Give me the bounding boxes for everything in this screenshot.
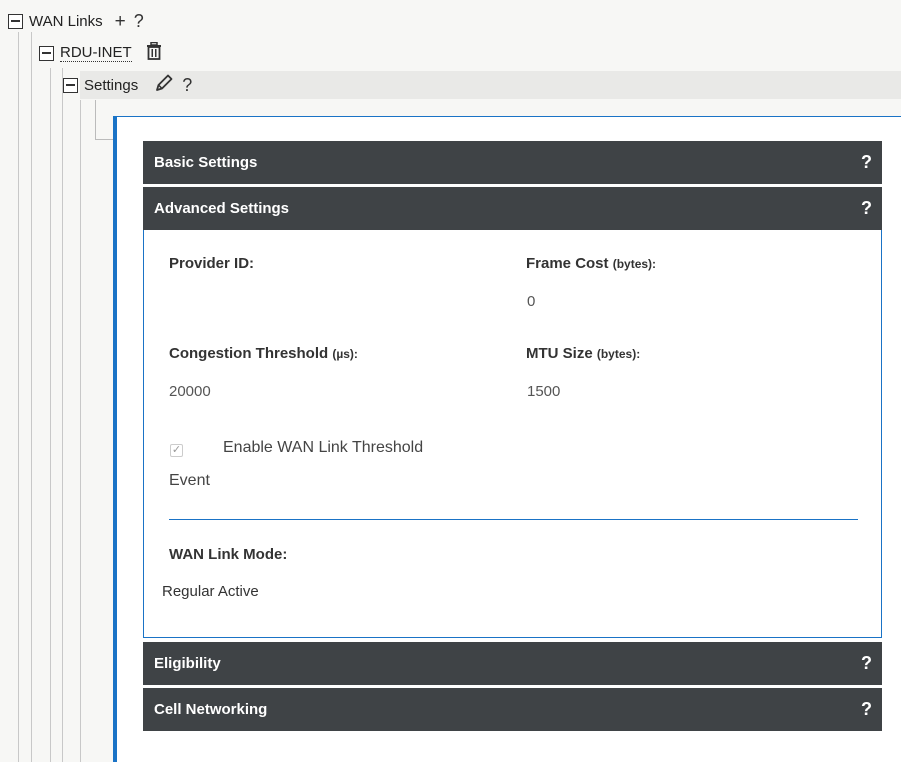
threshold-event-label-line2: Event xyxy=(169,472,210,489)
mtu-size-value[interactable]: 1500 xyxy=(527,383,560,400)
tree-node-rdu-inet: RDU-INET xyxy=(39,41,162,65)
collapse-icon[interactable] xyxy=(8,13,23,29)
congestion-threshold-value[interactable]: 20000 xyxy=(169,383,211,400)
section-cell-networking[interactable]: Cell Networking ? xyxy=(143,688,882,731)
mtu-size-unit: (bytes): xyxy=(596,347,641,361)
section-title: Advanced Settings xyxy=(154,200,290,217)
pencil-icon-svg xyxy=(156,74,173,91)
tree-guide-line xyxy=(50,68,51,762)
question-icon[interactable]: ? xyxy=(861,152,872,173)
question-icon[interactable]: ? xyxy=(182,76,192,94)
tree-label-rdu-inet[interactable]: RDU-INET xyxy=(60,44,132,62)
frame-cost-label: Frame Cost (bytes): xyxy=(526,255,656,272)
question-icon[interactable]: ? xyxy=(861,653,872,674)
tree-node-settings: Settings ? xyxy=(63,73,192,97)
collapse-icon[interactable] xyxy=(63,77,78,93)
congestion-threshold-label-text: Congestion Threshold xyxy=(169,345,329,362)
mtu-size-label: MTU Size (bytes): xyxy=(526,345,640,362)
tree-guide-line xyxy=(18,32,19,762)
congestion-threshold-label: Congestion Threshold (µs): xyxy=(169,345,358,362)
mtu-size-label-text: MTU Size xyxy=(526,345,593,362)
wan-link-mode-value[interactable]: Regular Active xyxy=(162,583,259,600)
collapse-icon[interactable] xyxy=(39,45,54,61)
section-basic-settings[interactable]: Basic Settings ? xyxy=(143,141,882,184)
question-icon[interactable]: ? xyxy=(134,12,144,30)
tree-elbow xyxy=(95,100,113,140)
tree-label-settings[interactable]: Settings xyxy=(84,77,138,94)
pencil-icon[interactable] xyxy=(154,73,174,97)
plus-icon[interactable]: + xyxy=(115,12,126,31)
section-eligibility[interactable]: Eligibility ? xyxy=(143,642,882,685)
section-title: Cell Networking xyxy=(154,701,268,718)
trash-icon-svg xyxy=(146,41,161,60)
section-advanced-settings[interactable]: Advanced Settings ? xyxy=(143,187,882,230)
tree-guide-line xyxy=(80,100,81,762)
tree-node-wan-links: WAN Links + ? xyxy=(8,9,144,33)
congestion-threshold-unit: (µs): xyxy=(332,347,358,361)
question-icon[interactable]: ? xyxy=(861,198,872,219)
frame-cost-label-text: Frame Cost xyxy=(526,255,609,272)
tree-guide-line xyxy=(31,32,32,762)
frame-cost-unit: (bytes): xyxy=(612,257,657,271)
threshold-event-checkbox[interactable]: ✓ xyxy=(170,444,183,457)
trash-icon[interactable] xyxy=(146,41,162,64)
question-icon[interactable]: ? xyxy=(861,699,872,720)
tree-label-wan-links[interactable]: WAN Links xyxy=(29,13,103,30)
threshold-event-label-line1: Enable WAN Link Threshold xyxy=(223,439,424,456)
settings-row-highlight xyxy=(80,71,901,99)
section-title: Eligibility xyxy=(154,655,221,672)
tree-guide-line xyxy=(62,68,63,762)
provider-id-label: Provider ID: xyxy=(169,255,255,272)
wan-link-mode-label: WAN Link Mode: xyxy=(169,546,288,563)
advanced-settings-body xyxy=(143,230,882,638)
frame-cost-value[interactable]: 0 xyxy=(527,293,535,310)
section-title: Basic Settings xyxy=(154,154,258,171)
section-divider xyxy=(169,519,858,520)
